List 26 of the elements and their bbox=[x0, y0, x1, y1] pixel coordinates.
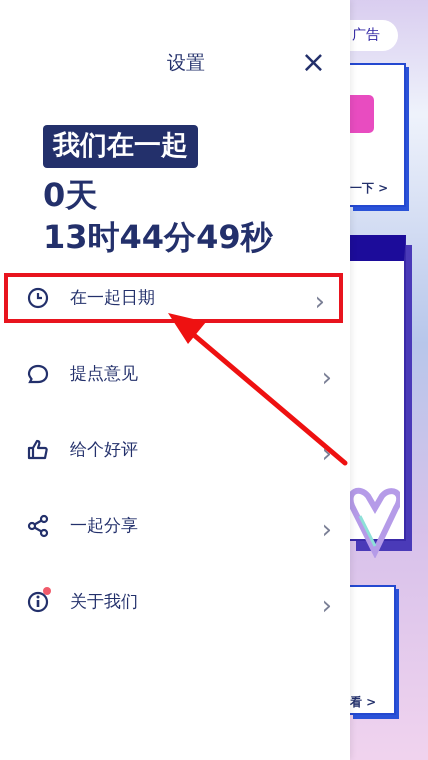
chevron-icon: › bbox=[322, 371, 332, 386]
info-icon bbox=[26, 590, 50, 614]
menu-item[interactable]: 一起分享 › bbox=[0, 488, 350, 564]
together-badge: 我们在一起 bbox=[43, 125, 198, 168]
close-button[interactable]: × bbox=[296, 48, 330, 78]
share-icon bbox=[26, 514, 50, 538]
chevron-icon: › bbox=[322, 599, 332, 614]
drawer-title: 设置 bbox=[166, 50, 205, 76]
menu-label: 一起分享 bbox=[70, 514, 138, 538]
card-link[interactable]: 看 > bbox=[350, 693, 394, 711]
ad-label[interactable]: 广告 bbox=[350, 20, 398, 51]
menu-label: 提点意见 bbox=[70, 362, 138, 386]
clock-icon bbox=[26, 286, 50, 310]
menu-item[interactable]: 在一起日期 › bbox=[4, 273, 343, 324]
menu-label: 给个好评 bbox=[70, 438, 138, 462]
heart-icon bbox=[350, 486, 400, 558]
card-link[interactable]: 一下 > bbox=[350, 179, 404, 197]
day-count: 0天 bbox=[43, 176, 98, 214]
menu-label: 在一起日期 bbox=[70, 286, 155, 310]
menu-label: 关于我们 bbox=[70, 590, 138, 614]
time-count: 13时44分49秒 bbox=[43, 218, 274, 256]
ad-banner bbox=[350, 95, 374, 133]
chevron-icon: › bbox=[322, 523, 332, 538]
chevron-icon: › bbox=[314, 295, 325, 310]
menu-item[interactable]: 提点意见 › bbox=[0, 336, 350, 412]
menu-item[interactable]: 关于我们 › bbox=[0, 564, 350, 640]
